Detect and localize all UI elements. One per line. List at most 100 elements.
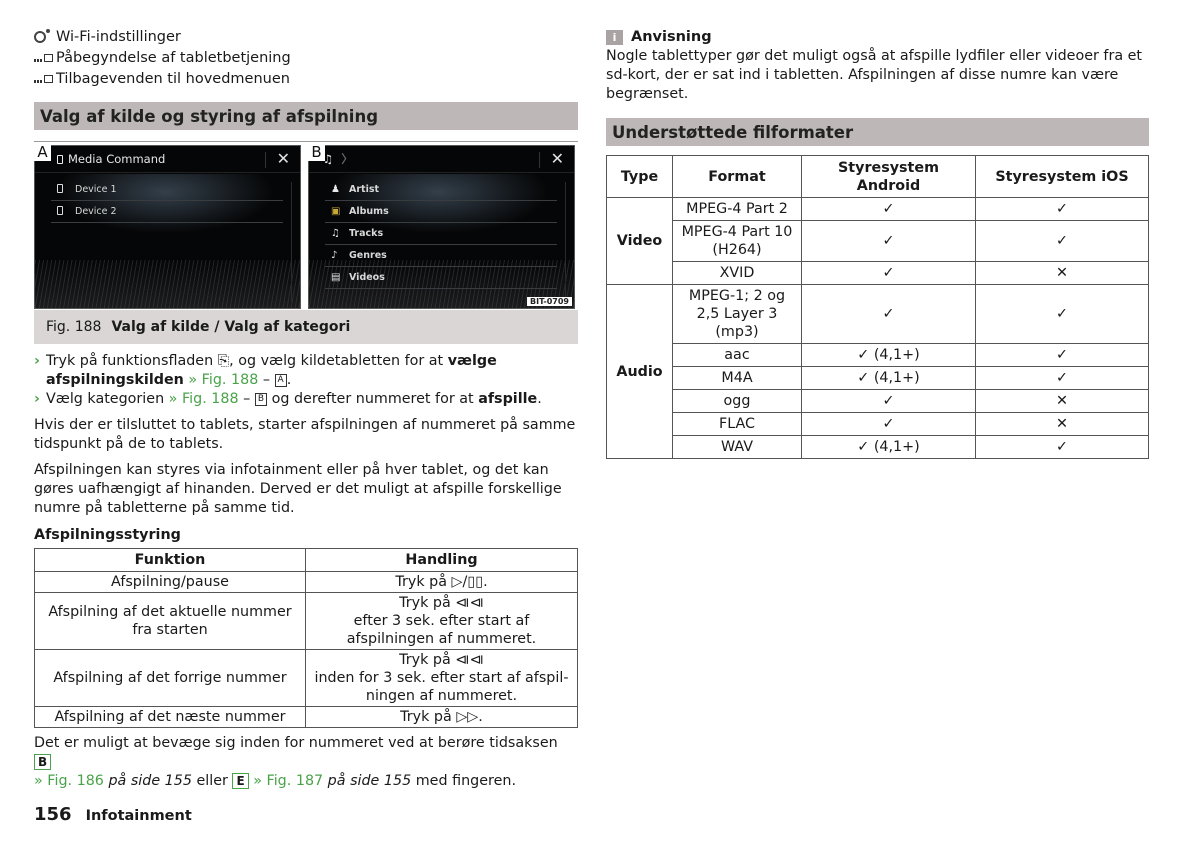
action-cell: Tryk på ▷/▯▯. (305, 571, 578, 593)
phone-icon (57, 183, 63, 193)
ios-cell: ✕ (975, 389, 1149, 413)
scrollbar[interactable] (291, 182, 292, 302)
dash: – (258, 372, 275, 388)
close-icon[interactable]: ✕ (551, 149, 564, 168)
android-cell: ✓ (4,1+) (801, 435, 976, 459)
android-cell: ✓ (801, 412, 976, 436)
figure-letter-ref: A (274, 374, 287, 387)
video-clapper-icon: ▤ (331, 272, 341, 283)
bullet-arrow-icon: › (34, 353, 40, 369)
screen-media-command: Media Command ✕ Device 1 Device 2 (34, 145, 301, 309)
function-cell: Afspilning af det forrige nummer (34, 649, 306, 707)
table-row: WAV ✓ (4,1+) ✓ (607, 435, 1149, 459)
close-icon[interactable]: ✕ (277, 149, 290, 168)
paragraph-independent-control: Afspilningen kan styres via infotainment… (34, 462, 562, 516)
android-cell: ✓ (801, 389, 976, 413)
paragraph-text: med fingeren. (411, 773, 516, 789)
category-item-albums[interactable]: ▣ Albums (325, 201, 557, 223)
legend-item: Tilbagevenden til hovedmenuen (34, 68, 578, 89)
figure-code: BIT-0709 (527, 297, 572, 306)
left-column: Wi-Fi-indstillinger Påbegyndelse af tabl… (34, 26, 578, 791)
album-icon: ▣ (331, 206, 341, 217)
ios-cell: ✓ (975, 220, 1149, 262)
category-item-tracks[interactable]: ♫ Tracks (325, 223, 557, 245)
page-reference: på side 155 (103, 773, 192, 789)
category-label: Albums (349, 206, 389, 217)
action-cell: Tryk på ▷▷. (305, 706, 578, 728)
category-item-videos[interactable]: ▤ Videos (325, 267, 557, 289)
category-label: Genres (349, 250, 387, 261)
table-row: aac ✓ (4,1+) ✓ (607, 343, 1149, 367)
action-cell: Tryk på ⧏⧏ efter 3 sek. efter start af a… (305, 592, 578, 650)
ios-cell: ✓ (975, 435, 1149, 459)
category-item-genres[interactable]: ♪ Genres (325, 245, 557, 267)
section-header-source: Valg af kilde og styring af afspilning (34, 102, 578, 130)
category-label: Tracks (349, 228, 384, 239)
function-cell: Afspilning af det aktuelle nummer fra st… (34, 592, 306, 650)
dash: – (238, 391, 255, 407)
android-cell: ✓ (801, 284, 976, 344)
instruction-bold: afspille (478, 391, 538, 407)
android-cell: ✓ (4,1+) (801, 343, 976, 367)
figure-label-b: B (308, 142, 325, 161)
scrollbar[interactable] (565, 182, 566, 302)
format-cell: FLAC (672, 412, 802, 436)
legend-item: Wi-Fi-indstillinger (34, 26, 578, 47)
device-label: Device 1 (75, 184, 117, 195)
format-cell: MPEG-1; 2 og 2,5 Layer 3 (mp3) (672, 284, 802, 344)
figure-letter-ref: B (34, 754, 52, 770)
figure-reference-link[interactable]: » Fig. 188 (184, 372, 258, 388)
figure-reference-link[interactable]: » Fig. 188 (164, 391, 239, 407)
bullet-arrow-icon: › (34, 391, 40, 407)
figure-caption: Fig. 188 Valg af kilde / Valg af kategor… (34, 310, 578, 344)
right-column: i Anvisning Nogle tablettyper gør det mu… (606, 26, 1149, 459)
page-number: 156 (34, 804, 72, 825)
table-header-row: Funktion Handling (34, 548, 578, 572)
android-cell: ✓ (801, 220, 976, 262)
figure-number: Fig. 188 (46, 319, 102, 335)
screen-title: Media Command (68, 152, 166, 166)
table-row: M4A ✓ (4,1+) ✓ (607, 366, 1149, 390)
punct: . (537, 391, 542, 407)
ios-cell: ✓ (975, 366, 1149, 390)
table-row: Audio MPEG-1; 2 og 2,5 Layer 3 (mp3) ✓ ✓ (606, 284, 1149, 459)
page-footer: 156 Infotainment (34, 804, 192, 825)
ios-cell: ✕ (975, 261, 1149, 285)
device-item[interactable]: Device 2 (51, 201, 283, 223)
phone-icon (57, 205, 63, 215)
screen-topbar: ♫ 〉 ✕ (309, 146, 574, 173)
instruction-list: › Tryk på funktionsfladen ⎘, og vælg kil… (34, 352, 578, 409)
ios-cell: ✓ (975, 284, 1149, 344)
column-header: Styresystem Android (801, 155, 976, 198)
format-cell: M4A (672, 366, 802, 390)
guitar-icon: ♪ (331, 250, 338, 261)
column-header: Type (606, 155, 673, 198)
table-row: Afspilning af det aktuelle nummer fra st… (34, 592, 578, 650)
figure-reference-link[interactable]: » Fig. 186 (34, 773, 104, 789)
type-cell: Audio (606, 284, 673, 459)
category-label: Artist (349, 184, 380, 195)
android-cell: ✓ (4,1+) (801, 366, 976, 390)
screen-media-categories: ♫ 〉 ✕ ♟ Artist ▣ Albums ♫ Tracks ♪ Genre… (308, 145, 575, 309)
type-cell: Video (606, 197, 673, 285)
breadcrumb-separator-icon: 〉 (341, 152, 353, 166)
wifi-settings-icon (34, 28, 56, 43)
table-row: MPEG-4 Part 10 (H264) ✓ ✓ (607, 220, 1149, 262)
table-row: Afspilning af det næste nummer Tryk på ▷… (34, 706, 578, 728)
table-row: ogg ✓ ✕ (607, 389, 1149, 413)
format-cell: MPEG-4 Part 10 (H264) (672, 220, 802, 262)
android-cell: ✓ (801, 197, 976, 221)
figure-letter-ref: E (232, 773, 249, 789)
note-header: i Anvisning (606, 27, 1149, 47)
figure-label-a: A (34, 142, 51, 161)
category-item-artist[interactable]: ♟ Artist (325, 179, 557, 201)
artist-icon: ♟ (331, 184, 340, 195)
paragraph-text: eller (191, 773, 233, 789)
table-title: Afspilningsstyring (34, 527, 181, 543)
device-item[interactable]: Device 1 (51, 179, 283, 201)
ios-cell: ✓ (975, 343, 1149, 367)
legend-item: Påbegyndelse af tabletbetjening (34, 47, 578, 68)
table-row: FLAC ✓ ✕ (607, 412, 1149, 436)
figure-reference-link[interactable]: » Fig. 187 (249, 773, 323, 789)
paragraph-timeline: Det er muligt at bevæge sig inden for nu… (34, 734, 578, 791)
